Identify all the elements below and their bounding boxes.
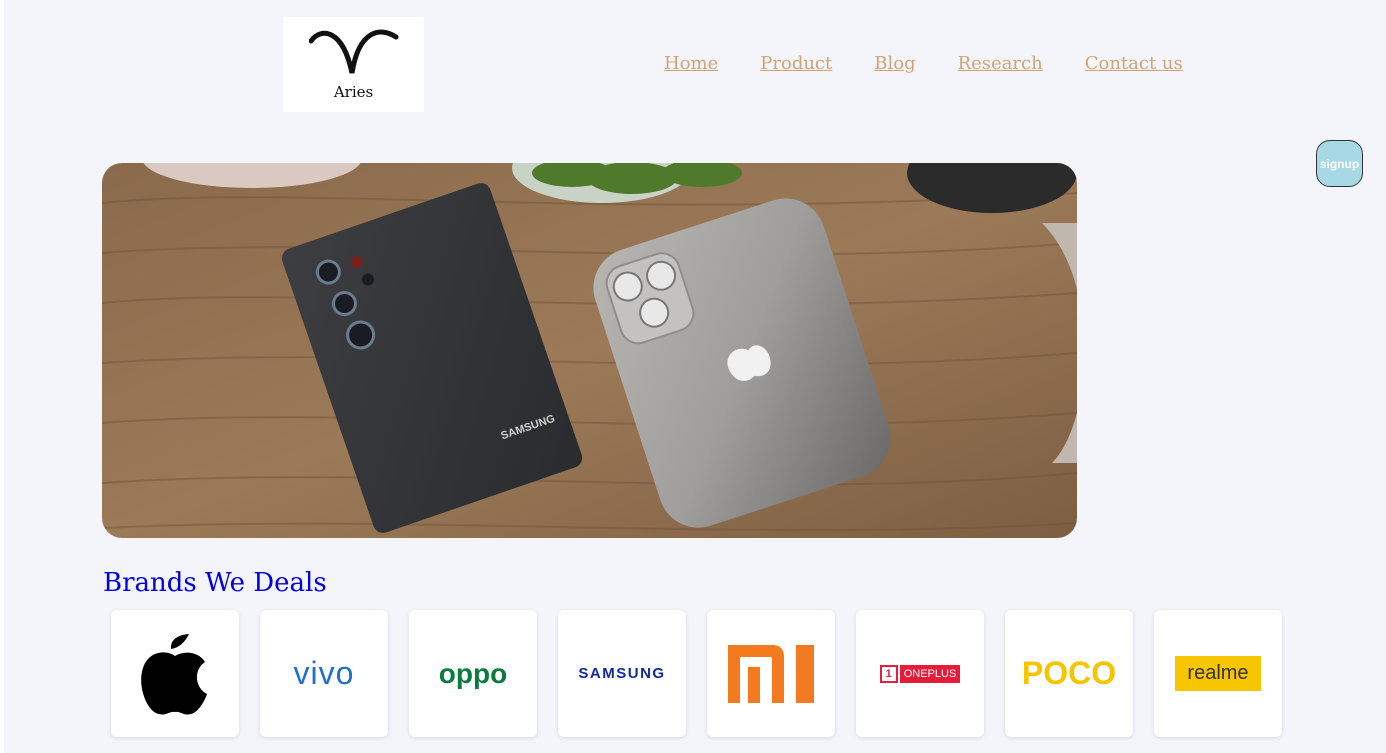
oneplus-mark-icon: 1 (879, 664, 898, 683)
nav-home[interactable]: Home (664, 53, 718, 74)
site-logo[interactable]: Aries (283, 17, 424, 112)
mi-logo-icon (728, 644, 814, 703)
nav-contact-us[interactable]: Contact us (1085, 53, 1183, 74)
nav-blog[interactable]: Blog (874, 53, 915, 74)
oneplus-logo-text: ONEPLUS (899, 664, 961, 683)
aries-symbol-icon (309, 29, 399, 74)
apple-logo-icon (141, 633, 207, 714)
oneplus-logo: 1 ONEPLUS (879, 664, 961, 683)
brand-card-poco[interactable]: POCO (1005, 610, 1133, 737)
brand-card-oneplus[interactable]: 1 ONEPLUS (856, 610, 984, 737)
brand-card-oppo[interactable]: oppo (409, 610, 537, 737)
brand-card-samsung[interactable]: SAMSUNG (558, 610, 686, 737)
brand-card-mi[interactable] (707, 610, 835, 737)
oppo-logo-text: oppo (438, 657, 508, 689)
brands-title: Brands We Deals (103, 568, 327, 598)
poco-logo-text: POCO (1021, 655, 1117, 691)
logo-text: Aries (333, 83, 374, 101)
vivo-logo-text: vivo (293, 655, 355, 691)
page: Aries Home Product Blog Research Contact… (4, 0, 1386, 753)
nav-product[interactable]: Product (760, 53, 832, 74)
brands-row: vivo oppo SAMSUNG 1 ONEPLUS POCO realme (111, 610, 1282, 737)
nav-research[interactable]: Research (958, 53, 1043, 74)
samsung-logo-text: SAMSUNG (578, 665, 666, 682)
signup-button[interactable]: signup (1316, 140, 1363, 187)
brand-card-apple[interactable] (111, 610, 239, 737)
main-nav: Home Product Blog Research Contact us (664, 53, 1183, 74)
realme-logo-text: realme (1175, 656, 1261, 691)
brand-card-realme[interactable]: realme (1154, 610, 1282, 737)
hero-image: SAMSUNG (102, 163, 1077, 538)
brand-card-vivo[interactable]: vivo (260, 610, 388, 737)
